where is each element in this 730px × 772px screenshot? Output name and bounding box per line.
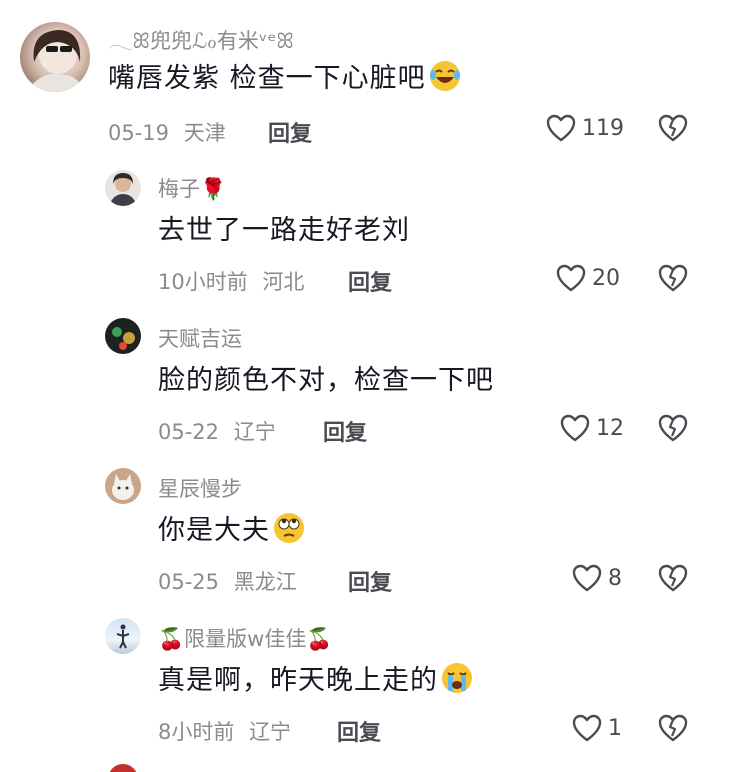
username[interactable]: 星辰慢步 — [158, 473, 242, 503]
like-button[interactable]: 8 — [572, 564, 622, 592]
dislike-button[interactable] — [658, 264, 688, 292]
comment-location: 黑龙江 — [233, 570, 297, 594]
comment-date: 05-22 — [158, 420, 220, 444]
like-button[interactable]: 1 — [572, 714, 622, 742]
avatar[interactable] — [20, 22, 90, 92]
avatar[interactable] — [105, 318, 141, 354]
dislike-button[interactable] — [658, 114, 688, 142]
like-count: 1 — [608, 715, 622, 741]
comment-date: 10小时前 — [158, 270, 248, 294]
like-count: 20 — [592, 265, 620, 291]
comment-text: 脸的颜色不对，检查一下吧 — [158, 365, 494, 396]
reply-item: 🍒限量版w佳佳🍒 真是啊，昨天晚上走的 8小时前 辽宁 回复 1 — [0, 610, 730, 760]
username[interactable]: 🍒限量版w佳佳🍒 — [158, 623, 332, 653]
reply-button[interactable]: 回复 — [323, 415, 367, 447]
like-button[interactable]: 20 — [556, 264, 620, 292]
heart-outline-icon — [572, 564, 602, 592]
comment-text-content: 你是大夫 — [158, 515, 270, 546]
comment-meta: 10小时前 河北 — [158, 266, 304, 296]
avatar[interactable] — [105, 618, 141, 654]
avatar[interactable] — [105, 170, 141, 206]
crying-emoji-icon — [440, 661, 474, 702]
laugh-cry-emoji-icon — [428, 59, 462, 100]
broken-heart-icon — [658, 114, 688, 142]
heart-outline-icon — [560, 414, 590, 442]
avatar[interactable] — [105, 468, 141, 504]
comment-text-content: 嘴唇发紫 检查一下心脏吧 — [108, 63, 426, 94]
comment-item: 𓂃ꕤ兜兜ℒℴ有米ᵛᵉꕤ 嘴唇发紫 检查一下心脏吧 05-19 天津 回复 119 — [0, 0, 730, 150]
comment-date: 8小时前 — [158, 720, 235, 744]
comment-meta: 05-25 黑龙江 — [158, 566, 297, 596]
heart-outline-icon — [556, 264, 586, 292]
broken-heart-icon — [658, 714, 688, 742]
broken-heart-icon — [658, 414, 688, 442]
comment-meta: 8小时前 辽宁 — [158, 716, 291, 746]
avatar-partial — [108, 764, 138, 772]
dislike-button[interactable] — [658, 714, 688, 742]
comment-location: 天津 — [183, 121, 226, 145]
reply-button[interactable]: 回复 — [348, 565, 392, 597]
comment-date: 05-25 — [158, 570, 220, 594]
username[interactable]: 天赋吉运 — [158, 323, 242, 353]
comment-date: 05-19 — [108, 121, 170, 145]
heart-outline-icon — [572, 714, 602, 742]
reply-item: 梅子🌹 去世了一路走好老刘 10小时前 河北 回复 20 — [0, 160, 730, 310]
comment-location: 辽宁 — [249, 720, 292, 744]
comment-meta: 05-19 天津 — [108, 117, 226, 147]
heart-outline-icon — [546, 114, 576, 142]
comment-text: 你是大夫 — [158, 508, 306, 552]
comment-location: 辽宁 — [233, 420, 276, 444]
reply-item: 星辰慢步 你是大夫 05-25 黑龙江 回复 8 — [0, 460, 730, 610]
like-button[interactable]: 12 — [560, 414, 624, 442]
broken-heart-icon — [658, 564, 688, 592]
like-count: 8 — [608, 565, 622, 591]
reply-button[interactable]: 回复 — [337, 715, 381, 747]
reply-item: 天赋吉运 脸的颜色不对，检查一下吧 05-22 辽宁 回复 12 — [0, 310, 730, 460]
username[interactable]: 梅子🌹 — [158, 173, 226, 203]
username[interactable]: 𓂃ꕤ兜兜ℒℴ有米ᵛᵉꕤ — [108, 20, 294, 55]
eye-roll-emoji-icon — [272, 511, 306, 552]
comment-meta: 05-22 辽宁 — [158, 416, 276, 446]
dislike-button[interactable] — [658, 414, 688, 442]
like-count: 119 — [582, 115, 624, 141]
like-count: 12 — [596, 415, 624, 441]
comment-text: 嘴唇发紫 检查一下心脏吧 — [108, 56, 462, 100]
reply-button[interactable]: 回复 — [268, 116, 312, 148]
comment-text: 真是啊，昨天晚上走的 — [158, 658, 474, 702]
reply-button[interactable]: 回复 — [348, 265, 392, 297]
broken-heart-icon — [658, 264, 688, 292]
comment-location: 河北 — [262, 270, 305, 294]
dislike-button[interactable] — [658, 564, 688, 592]
like-button[interactable]: 119 — [546, 114, 624, 142]
comment-text-content: 真是啊，昨天晚上走的 — [158, 665, 438, 696]
comment-text: 去世了一路走好老刘 — [158, 215, 410, 246]
